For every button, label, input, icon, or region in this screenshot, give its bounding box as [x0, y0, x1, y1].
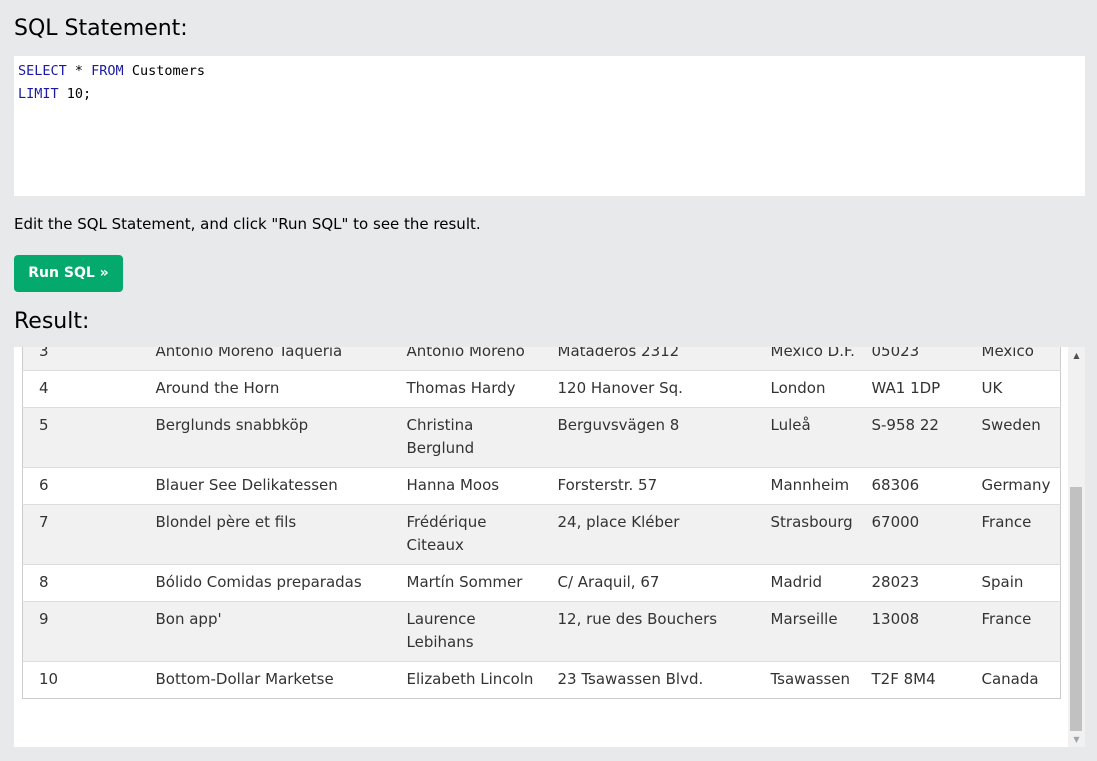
city-cell: México D.F.: [754, 347, 856, 371]
table-row: 6 Blauer See Delikatessen Hanna Moos Forste…: [22, 467, 1061, 505]
table-row: 5 Berglunds snabbköp Christina Berglund Ber…: [22, 407, 1061, 468]
contact-name-cell: Hanna Moos: [390, 467, 542, 505]
country-cell: Spain: [965, 564, 1061, 602]
country-cell: France: [965, 601, 1061, 662]
customer-name-cell: Antonio Moreno Taquería: [139, 347, 391, 371]
customer-name-cell: Around the Horn: [139, 370, 391, 408]
instruction-text: Edit the SQL Statement, and click "Run S…: [14, 215, 481, 233]
result-heading: Result:: [14, 309, 90, 334]
customer-name-cell: Bólido Comidas preparadas: [139, 564, 391, 602]
table-row: 8 Bólido Comidas preparadas Martín Sommer C…: [22, 564, 1061, 602]
contact-name-cell: Elizabeth Lincoln: [390, 661, 542, 699]
country-cell: UK: [965, 370, 1061, 408]
keyword-from: FROM: [91, 63, 124, 79]
customer-name-cell: Berglunds snabbköp: [139, 407, 391, 468]
customer-id-cell: 4: [22, 370, 140, 408]
operator-star: *: [66, 63, 92, 79]
customer-id-cell: 7: [22, 504, 140, 565]
customer-id-cell: 5: [22, 407, 140, 468]
customer-id-cell: 3: [22, 347, 140, 371]
result-panel[interactable]: 3 Antonio Moreno Taquería Antonio Moreno Ma…: [14, 347, 1085, 747]
sql-statement-heading: SQL Statement:: [14, 16, 188, 41]
address-cell: C/ Araquil, 67: [541, 564, 755, 602]
table-row: 10 Bottom-Dollar Marketse Elizabeth Lincol…: [22, 661, 1061, 699]
result-table-wrapper: 3 Antonio Moreno Taquería Antonio Moreno Ma…: [22, 347, 1061, 699]
country-cell: Canada: [965, 661, 1061, 699]
address-cell: Berguvsvägen 8: [541, 407, 755, 468]
country-cell: France: [965, 504, 1061, 565]
address-cell: 23 Tsawassen Blvd.: [541, 661, 755, 699]
city-cell: Marseille: [754, 601, 856, 662]
keyword-limit: LIMIT: [18, 86, 59, 102]
contact-name-cell: Martín Sommer: [390, 564, 542, 602]
result-table: 3 Antonio Moreno Taquería Antonio Moreno Ma…: [22, 347, 1061, 699]
table-row: 4 Around the Horn Thomas Hardy 120 Hanover …: [22, 370, 1061, 408]
address-cell: Forsterstr. 57: [541, 467, 755, 505]
postal-code-cell: 13008: [855, 601, 966, 662]
table-row: 3 Antonio Moreno Taquería Antonio Moreno Ma…: [22, 347, 1061, 371]
scroll-thumb[interactable]: [1070, 487, 1082, 731]
postal-code-cell: 05023: [855, 347, 966, 371]
customer-id-cell: 6: [22, 467, 140, 505]
country-cell: Mexico: [965, 347, 1061, 371]
customer-id-cell: 9: [22, 601, 140, 662]
postal-code-cell: WA1 1DP: [855, 370, 966, 408]
country-cell: Sweden: [965, 407, 1061, 468]
address-cell: 120 Hanover Sq.: [541, 370, 755, 408]
postal-code-cell: T2F 8M4: [855, 661, 966, 699]
postal-code-cell: 67000: [855, 504, 966, 565]
scroll-up-icon[interactable]: ▲: [1068, 349, 1085, 363]
customer-name-cell: Bon app': [139, 601, 391, 662]
customer-id-cell: 8: [22, 564, 140, 602]
table-row: 7 Blondel père et fils Frédérique Citeaux 2…: [22, 504, 1061, 565]
editor-line-2: LIMIT 10;: [18, 83, 1081, 106]
contact-name-cell: Antonio Moreno: [390, 347, 542, 371]
city-cell: London: [754, 370, 856, 408]
postal-code-cell: 28023: [855, 564, 966, 602]
table-name: Customers: [123, 63, 205, 79]
customer-id-cell: 10: [22, 661, 140, 699]
editor-line-1: SELECT * FROM Customers: [18, 60, 1081, 83]
run-sql-button[interactable]: Run SQL »: [14, 255, 123, 292]
keyword-select: SELECT: [18, 63, 67, 79]
result-scrollbar[interactable]: ▲ ▼: [1068, 347, 1085, 747]
address-cell: 12, rue des Bouchers: [541, 601, 755, 662]
country-cell: Germany: [965, 467, 1061, 505]
contact-name-cell: Christina Berglund: [390, 407, 542, 468]
contact-name-cell: Laurence Lebihans: [390, 601, 542, 662]
customer-name-cell: Bottom-Dollar Marketse: [139, 661, 391, 699]
customer-name-cell: Blauer See Delikatessen: [139, 467, 391, 505]
limit-value: 10;: [58, 86, 92, 102]
scroll-down-icon[interactable]: ▼: [1068, 733, 1085, 747]
postal-code-cell: 68306: [855, 467, 966, 505]
postal-code-cell: S-958 22: [855, 407, 966, 468]
city-cell: Tsawassen: [754, 661, 856, 699]
contact-name-cell: Frédérique Citeaux: [390, 504, 542, 565]
contact-name-cell: Thomas Hardy: [390, 370, 542, 408]
address-cell: 24, place Kléber: [541, 504, 755, 565]
customer-name-cell: Blondel père et fils: [139, 504, 391, 565]
city-cell: Luleå: [754, 407, 856, 468]
city-cell: Madrid: [754, 564, 856, 602]
city-cell: Mannheim: [754, 467, 856, 505]
sql-editor[interactable]: SELECT * FROM Customers LIMIT 10;: [14, 56, 1085, 196]
city-cell: Strasbourg: [754, 504, 856, 565]
table-row: 9 Bon app' Laurence Lebihans 12, rue des Bo…: [22, 601, 1061, 662]
address-cell: Mataderos 2312: [541, 347, 755, 371]
